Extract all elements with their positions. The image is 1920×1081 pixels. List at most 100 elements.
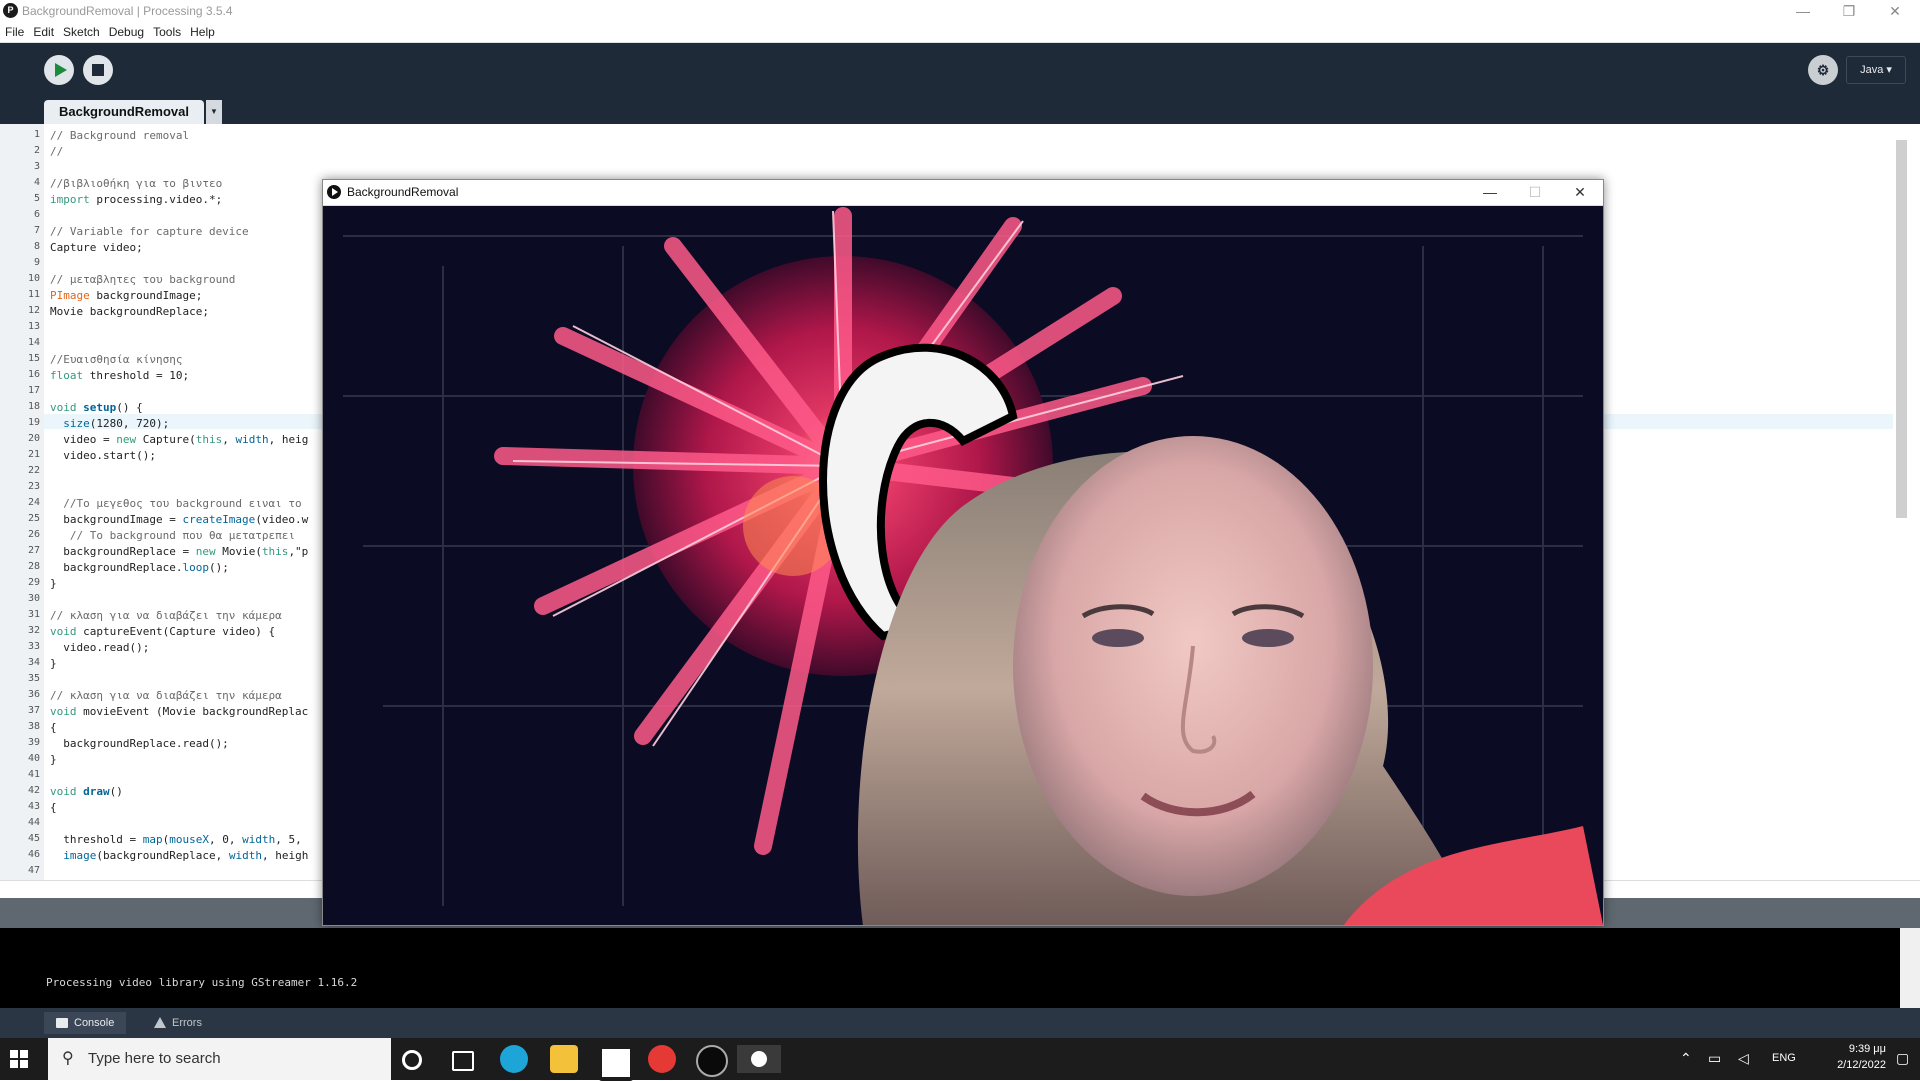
tray-chevron-icon[interactable]: ⌃ — [1680, 1050, 1692, 1067]
code-line: image(backgroundReplace, width, heigh — [63, 849, 309, 862]
debug-button[interactable]: ⚙ — [1808, 55, 1838, 85]
menu-tools[interactable]: Tools — [153, 25, 181, 39]
line-number: 38 — [27, 721, 40, 732]
stop-button[interactable] — [83, 55, 113, 85]
sketch-window[interactable]: BackgroundRemoval — ☐ ✕ — [322, 179, 1604, 926]
taskbar-search-box[interactable]: ⚲ Type here to search — [48, 1038, 391, 1080]
tab-menu-button[interactable]: ▼ — [206, 100, 222, 124]
sketch-taskbar-icon[interactable] — [737, 1045, 781, 1073]
code-line: } — [50, 753, 57, 766]
sketch-titlebar: BackgroundRemoval — ☐ ✕ — [323, 180, 1603, 206]
console-tab-bar: Console Errors — [0, 1008, 1920, 1038]
edge-icon[interactable] — [500, 1045, 528, 1073]
line-number: 18 — [27, 401, 40, 412]
sketch-canvas[interactable] — [323, 206, 1603, 925]
debug-icon: ⚙ — [1816, 62, 1830, 78]
menu-help[interactable]: Help — [190, 25, 215, 39]
line-number: 10 — [27, 273, 40, 284]
code-line: { — [50, 801, 57, 814]
line-number: 14 — [27, 337, 40, 348]
tab-errors[interactable]: Errors — [142, 1012, 214, 1034]
menu-debug[interactable]: Debug — [109, 25, 144, 39]
code-line: backgroundReplace.read(); — [50, 737, 229, 750]
store-icon[interactable] — [598, 1045, 634, 1081]
tab-console[interactable]: Console — [44, 1012, 127, 1034]
console-icon — [56, 1018, 68, 1028]
language-indicator[interactable]: ENG — [1772, 1052, 1796, 1064]
line-number: 31 — [27, 609, 40, 620]
code-line: backgroundReplace.loop(); — [50, 561, 229, 574]
line-number: 7 — [33, 225, 40, 236]
maximize-button[interactable]: ❐ — [1826, 0, 1872, 22]
run-button[interactable] — [44, 55, 74, 85]
warning-icon — [154, 1017, 166, 1028]
volume-icon[interactable]: ◁ — [1738, 1050, 1749, 1067]
scrollbar-thumb[interactable] — [1896, 140, 1907, 518]
sketch-maximize-button[interactable]: ☐ — [1513, 180, 1557, 205]
close-button[interactable]: ✕ — [1872, 0, 1918, 22]
toolbar: ⚙ Java ▾ — [0, 43, 1920, 100]
console-output: Processing video library using GStreamer… — [46, 976, 358, 989]
line-number: 4 — [33, 177, 40, 188]
mode-selector[interactable]: Java ▾ — [1846, 56, 1906, 84]
tab-errors-label: Errors — [172, 1017, 202, 1029]
clock-time[interactable]: 9:39 μμ — [1816, 1043, 1886, 1055]
notification-icon[interactable]: ▢ — [1896, 1050, 1909, 1067]
file-explorer-icon[interactable] — [550, 1045, 578, 1073]
code-line: void captureEvent(Capture video) { — [50, 625, 276, 638]
processing-taskbar-icon[interactable] — [696, 1045, 728, 1077]
stop-icon — [92, 64, 104, 76]
background-removal-output-image — [323, 206, 1603, 925]
line-number: 21 — [27, 449, 40, 460]
line-number: 1 — [33, 129, 40, 140]
line-number: 8 — [33, 241, 40, 252]
clock-date[interactable]: 2/12/2022 — [1816, 1059, 1886, 1071]
line-number: 2 — [33, 145, 40, 156]
code-line: // Το background που θα μετατρεπει — [50, 529, 296, 542]
chrome-icon[interactable] — [648, 1045, 676, 1073]
code-line: PImage backgroundImage; — [50, 289, 203, 302]
editor-vertical-scrollbar[interactable] — [1893, 128, 1913, 880]
menu-edit[interactable]: Edit — [33, 25, 54, 39]
sketch-run-icon — [327, 185, 341, 199]
cortana-icon[interactable] — [402, 1050, 422, 1070]
line-number: 20 — [27, 433, 40, 444]
windows-logo-icon — [10, 1050, 18, 1058]
start-button[interactable] — [10, 1050, 28, 1068]
line-number: 23 — [27, 481, 40, 492]
line-number: 41 — [27, 769, 40, 780]
line-number: 44 — [27, 817, 40, 828]
search-icon: ⚲ — [62, 1050, 74, 1067]
console-scrollbar[interactable] — [1900, 928, 1920, 1008]
window-titlebar: P BackgroundRemoval | Processing 3.5.4 —… — [0, 0, 1920, 22]
minimize-button[interactable]: — — [1780, 0, 1826, 22]
line-number: 19 — [27, 417, 40, 428]
menu-file[interactable]: File — [5, 25, 24, 39]
line-number-gutter: 1 2 3 4 5 6 7 8 9 10 11 12 13 14 15 16 17 18 19 20 21 22 23 24 2… — [0, 124, 44, 880]
code-line: // κλαση για να διαβάζει την κάμερα — [50, 689, 282, 702]
code-line: // μεταβλητες του background — [50, 273, 236, 286]
task-view-icon[interactable] — [452, 1051, 474, 1071]
line-number: 22 — [27, 465, 40, 476]
search-placeholder: Type here to search — [88, 1050, 221, 1067]
person-right-eye — [1242, 629, 1294, 647]
code-line: //βιβλιοθήκη για το βιντεο — [50, 177, 223, 190]
network-icon[interactable]: ▭ — [1708, 1050, 1721, 1067]
code-line: Capture video; — [50, 241, 143, 254]
code-line: { — [50, 721, 57, 734]
menu-sketch[interactable]: Sketch — [63, 25, 100, 39]
code-line: threshold = map(mouseX, 0, width, 5, — [50, 833, 302, 846]
code-line: Movie backgroundReplace; — [50, 305, 209, 318]
code-line: void draw() — [50, 785, 123, 798]
line-number: 34 — [27, 657, 40, 668]
line-number: 16 — [27, 369, 40, 380]
line-number: 12 — [27, 305, 40, 316]
tab-console-label: Console — [74, 1017, 115, 1029]
sketch-minimize-button[interactable]: — — [1468, 180, 1512, 205]
code-line: } — [50, 657, 57, 670]
tab-backgroundremoval[interactable]: BackgroundRemoval — [44, 100, 204, 124]
line-number: 46 — [27, 849, 40, 860]
code-line: backgroundImage = createImage(video.w — [50, 513, 309, 526]
sketch-close-button[interactable]: ✕ — [1558, 180, 1602, 205]
line-number: 27 — [27, 545, 40, 556]
